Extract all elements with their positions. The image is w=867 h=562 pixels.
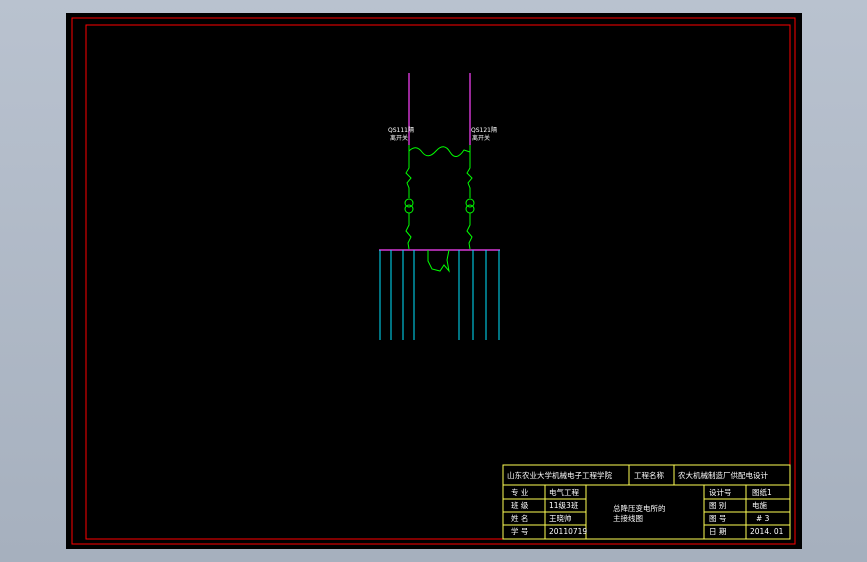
designer-label: 设计号 <box>709 487 732 497</box>
bus-tie <box>427 249 450 273</box>
right-transformer-winding-2 <box>465 204 475 214</box>
date-label: 日 期 <box>709 527 726 536</box>
sheet-no-label: 图 号 <box>709 514 726 523</box>
sheet-no-value: # 3 <box>756 514 770 523</box>
switch-left-label: QS111隔 <box>388 126 414 134</box>
student-no-value: 20110719 <box>549 527 587 536</box>
drafter-value: 电施 <box>752 500 767 510</box>
tie-switch <box>408 146 471 157</box>
designer-value: 图纸1 <box>752 487 772 497</box>
class-label: 班 级 <box>511 500 529 510</box>
right-breaker <box>466 213 473 250</box>
major-label: 专 业 <box>511 487 529 497</box>
right-disconnector <box>466 153 473 198</box>
inner-frame <box>85 24 791 540</box>
date-value: 2014. 01 <box>750 527 784 536</box>
title-block-text: 山东农业大学机械电子工程学院 工程名称 农大机械制造厂供配电设计 专 业 电气工… <box>507 470 784 536</box>
name-label: 姓 名 <box>511 513 528 523</box>
left-disconnector <box>405 153 412 198</box>
feeders-left <box>379 250 415 340</box>
drawing-canvas: QS111隔 离开关 QS121隔 离开关 山东农业大学机械电子工程学院 工程名… <box>71 17 796 545</box>
project-name: 农大机械制造厂供配电设计 <box>678 470 768 480</box>
major-value: 电气工程 <box>549 487 579 497</box>
student-no-label: 学 号 <box>511 526 528 536</box>
drawing-title-line-1: 总降压变电所的 <box>613 503 666 513</box>
switch-right-label-2: 离开关 <box>472 134 490 142</box>
drafter-label: 图 别 <box>709 501 726 510</box>
left-breaker <box>405 213 412 250</box>
switch-right-label: QS121隔 <box>471 126 497 134</box>
feeders-right <box>458 250 500 340</box>
left-transformer-winding-2 <box>404 204 414 214</box>
drawing-title-line-2: 主接线图 <box>613 513 643 523</box>
school-name: 山东农业大学机械电子工程学院 <box>507 470 612 480</box>
project-name-label: 工程名称 <box>634 470 664 480</box>
switch-left-label-2: 离开关 <box>390 134 408 142</box>
drawing-sheet: QS111隔 离开关 QS121隔 离开关 山东农业大学机械电子工程学院 工程名… <box>66 13 802 549</box>
class-value: 11级3班 <box>549 500 579 510</box>
name-value: 王晓帅 <box>549 513 572 523</box>
